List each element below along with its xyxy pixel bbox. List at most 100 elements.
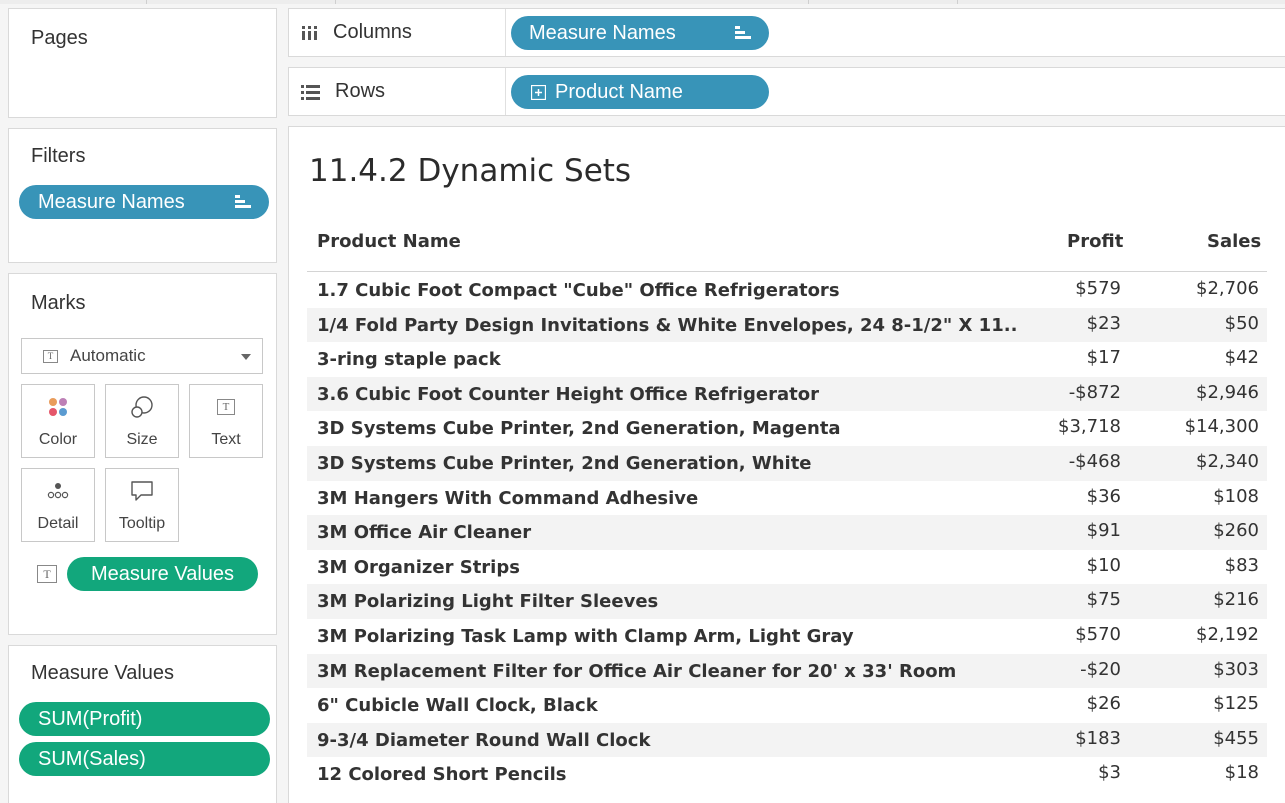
- header-profit[interactable]: Profit: [1067, 231, 1123, 252]
- product-name-cell: 3M Hangers With Command Adhesive: [317, 487, 699, 509]
- sales-cell: $14,300: [1184, 416, 1259, 438]
- measure-values-pill[interactable]: Measure Values: [67, 557, 258, 591]
- table-row[interactable]: 6" Cubicle Wall Clock, Black $26 $125: [307, 688, 1267, 723]
- filters-card[interactable]: Filters Measure Names: [8, 128, 277, 263]
- sales-cell: $125: [1213, 693, 1259, 715]
- sales-cell: $2,706: [1196, 278, 1259, 299]
- color-button[interactable]: Color: [21, 384, 95, 458]
- product-name-cell: 3M Office Air Cleaner: [317, 522, 532, 544]
- columns-label: Columns: [333, 21, 412, 43]
- profit-cell: $17: [1086, 347, 1121, 369]
- table-row[interactable]: 1.7 Cubic Foot Compact "Cube" Office Ref…: [307, 273, 1267, 308]
- detail-button[interactable]: Detail: [21, 468, 95, 542]
- mark-type-value: Automatic: [70, 346, 146, 365]
- table-row[interactable]: 3D Systems Cube Printer, 2nd Generation,…: [307, 411, 1267, 446]
- view-canvas: 11.4.2 Dynamic Sets Product Name Profit …: [288, 126, 1285, 803]
- filter-pill-measure-names[interactable]: Measure Names: [19, 185, 269, 219]
- profit-cell: $570: [1075, 623, 1121, 645]
- table-row[interactable]: 3M Hangers With Command Adhesive $36 $108: [307, 481, 1267, 516]
- profit-cell: $75: [1086, 589, 1121, 611]
- table-row[interactable]: 9-3/4 Diameter Round Wall Clock $183 $455: [307, 722, 1267, 758]
- sales-cell: $303: [1213, 658, 1259, 680]
- sum-profit-pill[interactable]: SUM(Profit): [19, 702, 270, 736]
- sales-cell: $2,192: [1196, 623, 1259, 645]
- table-row[interactable]: 3M Office Air Cleaner $91 $260: [307, 515, 1267, 550]
- tooltip-button[interactable]: Tooltip: [105, 468, 179, 542]
- filters-title: Filters: [31, 145, 86, 167]
- profit-cell: $10: [1086, 554, 1121, 576]
- product-name-cell: 3M Polarizing Light Filter Sleeves: [317, 591, 659, 613]
- sort-descending-icon: [235, 194, 251, 210]
- text-mark-type-icon: T: [37, 565, 57, 583]
- measure-values-pill-label: Measure Values: [90, 562, 235, 585]
- product-name-cell: 3-ring staple pack: [317, 349, 501, 371]
- table-row[interactable]: 3M Organizer Strips $10 $83: [307, 550, 1267, 585]
- text-button[interactable]: T Text: [189, 384, 263, 458]
- tooltip-label: Tooltip: [118, 515, 166, 532]
- header-product-name[interactable]: Product Name: [317, 231, 461, 252]
- header-divider: [307, 271, 1267, 272]
- profit-cell: -$872: [1068, 381, 1121, 403]
- expand-plus-icon[interactable]: [531, 84, 546, 100]
- rows-shelf[interactable]: Rows Product Name: [288, 67, 1285, 116]
- table-row[interactable]: 3M Polarizing Light Filter Sleeves $75 $21…: [307, 584, 1267, 619]
- marks-card: Marks T Automatic Color Size T Text Deta…: [8, 273, 277, 635]
- table-row[interactable]: 3M Polarizing Task Lamp with Clamp Arm, …: [307, 619, 1267, 654]
- pages-title: Pages: [31, 27, 88, 49]
- shelf-divider: [505, 68, 506, 115]
- table-row[interactable]: 1/4 Fold Party Design Invitations & Whit…: [307, 307, 1267, 343]
- text-label: Text: [211, 431, 241, 448]
- marks-title: Marks: [31, 292, 86, 314]
- text-mark-icon: T: [43, 349, 58, 363]
- text-icon: T: [217, 399, 235, 415]
- columns-shelf-label: Columns: [301, 9, 412, 56]
- sales-cell: $18: [1224, 762, 1259, 784]
- table-body: 1.7 Cubic Foot Compact "Cube" Office Ref…: [307, 273, 1267, 792]
- columns-shelf[interactable]: Columns Measure Names: [288, 8, 1285, 57]
- sales-cell: $2,340: [1196, 450, 1259, 472]
- profit-cell: $26: [1086, 693, 1121, 715]
- profit-cell: $36: [1086, 485, 1121, 507]
- product-name-cell: 3D Systems Cube Printer, 2nd Generation,…: [317, 418, 841, 440]
- top-toolbar-edge: [0, 0, 1285, 4]
- product-name-cell: 9-3/4 Diameter Round Wall Clock: [317, 729, 651, 751]
- header-sales[interactable]: Sales: [1207, 231, 1261, 252]
- table-row[interactable]: 3D Systems Cube Printer, 2nd Generation,…: [307, 445, 1267, 481]
- profit-cell: -$20: [1080, 658, 1121, 680]
- profit-cell: $23: [1086, 312, 1121, 334]
- product-name-cell: 1/4 Fold Party Design Invitations & Whit…: [317, 314, 1018, 336]
- product-name-cell: 3.6 Cubic Foot Counter Height Office Ref…: [317, 383, 819, 405]
- profit-cell: $579: [1075, 278, 1121, 299]
- sales-cell: $42: [1224, 347, 1259, 369]
- product-name-cell: 1.7 Cubic Foot Compact "Cube" Office Ref…: [317, 280, 840, 301]
- rows-shelf-label: Rows: [301, 68, 385, 115]
- sort-descending-icon: [735, 25, 751, 41]
- rows-icon: [301, 84, 320, 100]
- sum-sales-pill[interactable]: SUM(Sales): [19, 742, 270, 776]
- sales-cell: $216: [1213, 589, 1259, 611]
- chevron-down-icon: [241, 354, 251, 360]
- product-name-cell: 12 Colored Short Pencils: [317, 764, 567, 786]
- sales-cell: $2,946: [1196, 381, 1259, 403]
- columns-pill-measure-names[interactable]: Measure Names: [511, 16, 769, 50]
- profit-cell: $183: [1075, 727, 1121, 749]
- table-row[interactable]: 3-ring staple pack $17 $42: [307, 342, 1267, 377]
- sum-sales-label: SUM(Sales): [38, 747, 146, 770]
- color-label: Color: [38, 431, 78, 448]
- columns-pill-label: Measure Names: [529, 21, 676, 44]
- size-label: Size: [126, 431, 158, 448]
- size-button[interactable]: Size: [105, 384, 179, 458]
- columns-icon: [302, 25, 317, 40]
- measure-values-card: Measure Values SUM(Profit) SUM(Sales): [8, 645, 277, 803]
- product-name-cell: 3M Polarizing Task Lamp with Clamp Arm, …: [317, 625, 854, 647]
- table-row[interactable]: 3.6 Cubic Foot Counter Height Office Ref…: [307, 376, 1267, 412]
- rows-pill-product-name[interactable]: Product Name: [511, 75, 769, 109]
- mark-type-dropdown[interactable]: T Automatic: [21, 338, 263, 374]
- table-row[interactable]: 12 Colored Short Pencils $3 $18: [307, 757, 1267, 792]
- detail-dots-icon: [47, 483, 69, 499]
- pages-card[interactable]: Pages: [8, 8, 277, 118]
- table-row[interactable]: 3M Replacement Filter for Office Air Cle…: [307, 653, 1267, 689]
- color-dots-icon: [49, 398, 67, 416]
- profit-cell: $3,718: [1058, 416, 1121, 438]
- detail-label: Detail: [37, 515, 79, 532]
